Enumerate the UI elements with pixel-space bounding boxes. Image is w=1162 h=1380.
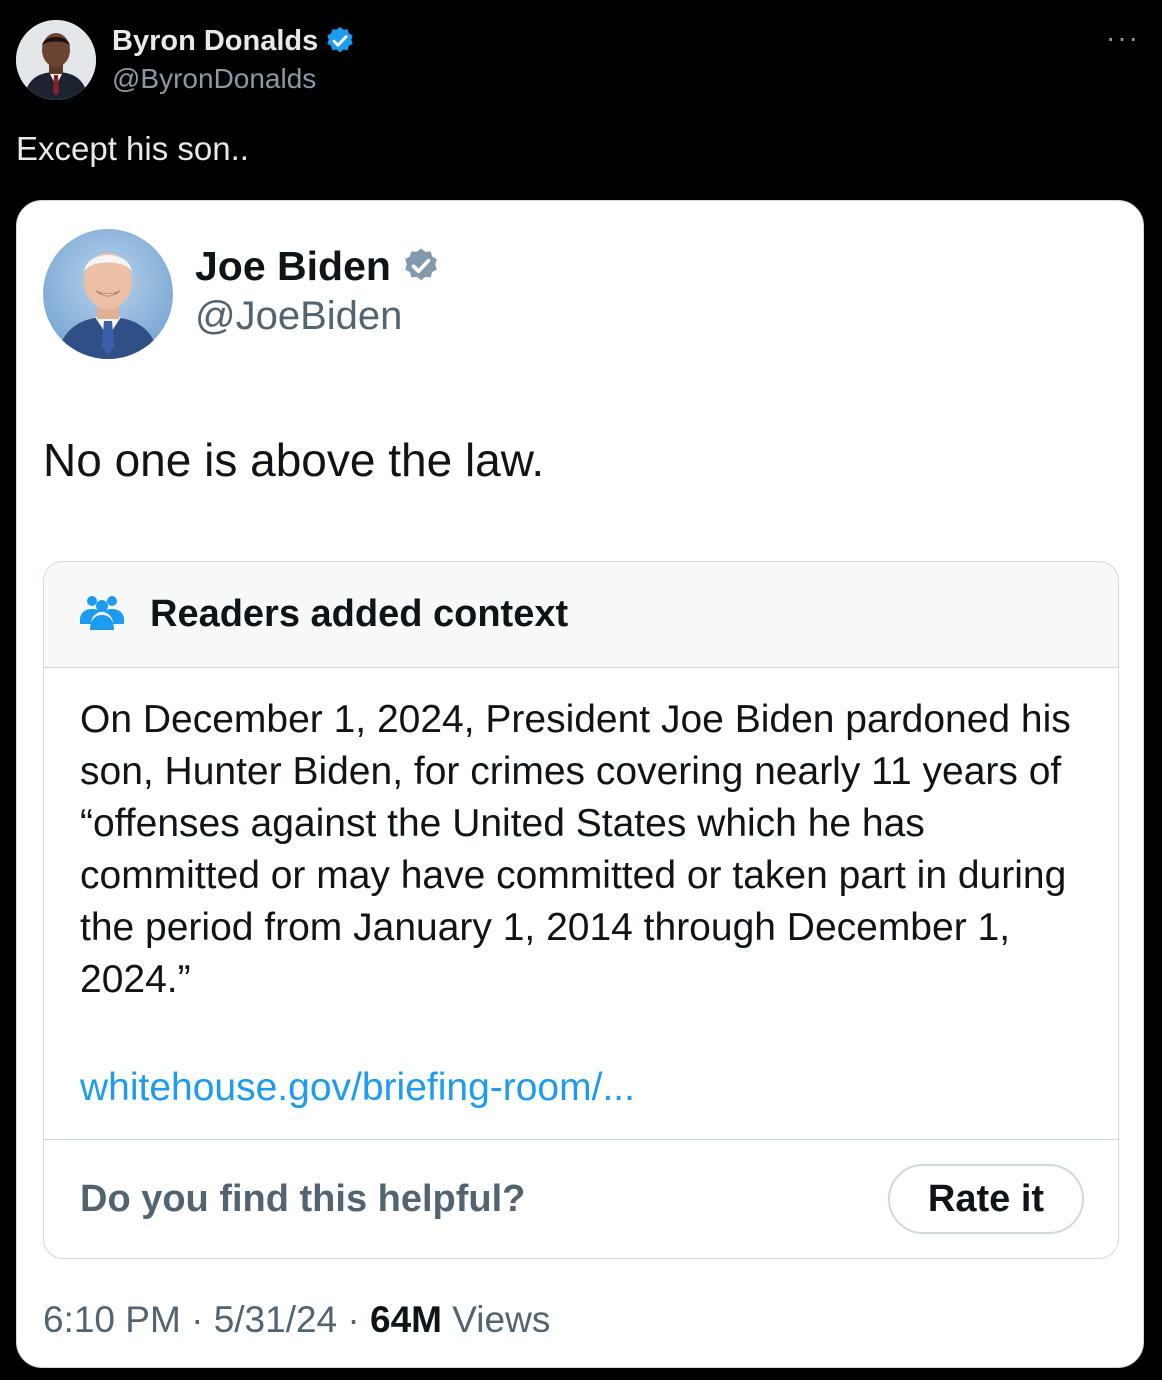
meta-separator: · — [191, 1299, 204, 1340]
tweet-date[interactable]: 5/31/24 — [214, 1299, 337, 1340]
outer-author-handle[interactable]: @ByronDonalds — [112, 61, 356, 97]
more-icon[interactable]: ··· — [1106, 22, 1140, 54]
outer-author-block: Byron Donalds @ByronDonalds — [112, 23, 356, 97]
community-note-header: Readers added context — [44, 562, 1118, 668]
community-note-body-section: On December 1, 2024, President Joe Biden… — [44, 668, 1118, 1140]
verified-badge-icon[interactable] — [324, 25, 356, 57]
rate-it-button[interactable]: Rate it — [888, 1164, 1084, 1234]
byron-donalds-avatar[interactable] — [16, 20, 96, 100]
quoted-tweet-header: Joe Biden @JoeBiden — [43, 229, 441, 359]
tweet-meta: 6:10 PM · 5/31/24 · 64M Views — [43, 1299, 550, 1341]
quoted-author-handle[interactable]: @JoeBiden — [195, 291, 441, 341]
meta-separator: · — [347, 1299, 360, 1340]
outer-tweet-header: Byron Donalds @ByronDonalds — [16, 20, 356, 100]
outer-name-row: Byron Donalds — [112, 23, 356, 59]
views-label: Views — [452, 1299, 551, 1340]
tweet-time[interactable]: 6:10 PM — [43, 1299, 181, 1340]
quoted-name-row: Joe Biden — [195, 241, 441, 291]
community-note-footer: Do you find this helpful? Rate it — [44, 1140, 1118, 1258]
community-note: Readers added context On December 1, 202… — [43, 561, 1119, 1259]
helpful-prompt: Do you find this helpful? — [80, 1177, 526, 1220]
outer-author-name[interactable]: Byron Donalds — [112, 23, 318, 59]
community-notes-icon — [78, 592, 126, 637]
quoted-author-block: Joe Biden @JoeBiden — [195, 241, 441, 341]
community-note-link[interactable]: whitehouse.gov/briefing-room/... — [80, 1062, 1082, 1114]
joe-biden-avatar[interactable] — [43, 229, 173, 359]
community-note-title: Readers added context — [150, 593, 569, 635]
quoted-author-name[interactable]: Joe Biden — [195, 241, 391, 291]
community-note-body: On December 1, 2024, President Joe Biden… — [80, 698, 1071, 1001]
quoted-tweet-text: No one is above the law. — [43, 434, 545, 486]
views-count[interactable]: 64M — [370, 1299, 442, 1340]
quoted-tweet-card[interactable]: Joe Biden @JoeBiden No one is above the … — [16, 200, 1144, 1368]
outer-tweet-text: Except his son.. — [16, 130, 249, 167]
verified-badge-icon[interactable] — [401, 246, 441, 286]
